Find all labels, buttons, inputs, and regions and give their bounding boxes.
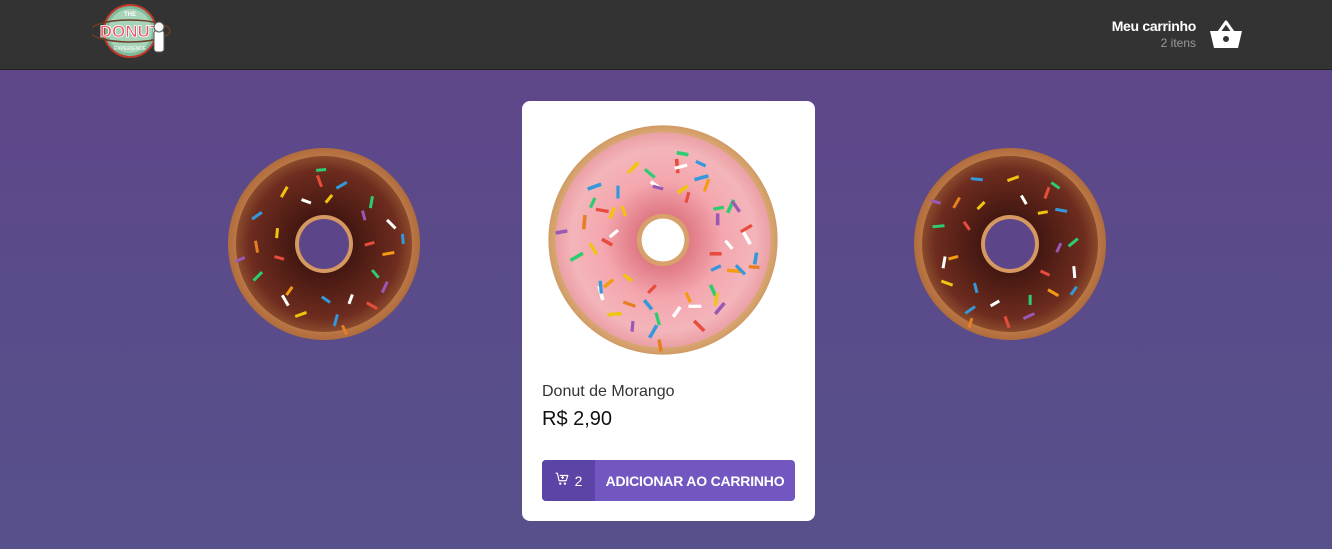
cart-item-count: 2 itens [1160,36,1196,50]
donut-experience-logo[interactable]: THE DONUT EXPERIENCE [89,2,176,60]
top-header: THE DONUT EXPERIENCE Meu carrinho 2 iten… [0,0,1332,70]
logo-main-text: DONUT [100,22,161,41]
logo-small-bottom: EXPERIENCE [114,46,147,52]
cart-title: Meu carrinho [1111,18,1197,34]
quantity-value: 2 [574,472,583,489]
product-name: Donut de Morango [542,383,675,400]
add-to-cart-label: ADICIONAR AO CARRINHO [605,472,785,489]
cart-summary[interactable]: Meu carrinho 2 itens [1112,14,1244,54]
cart-text: Meu carrinho 2 itens [1111,17,1197,51]
cart-quantity: 2 [542,460,595,501]
product-price: R$ 2,90 [542,408,613,430]
basket-icon[interactable] [1208,18,1244,50]
product-card: Donut de Morango R$ 2,90 2 ADICIONAR AO … [522,101,815,521]
logo-small-top: THE [124,12,136,18]
strawberry-donut-image[interactable] [532,123,792,372]
cart-add-icon [555,472,569,489]
chocolate-donut-image-right[interactable] [883,128,1121,366]
chocolate-donut-image-left[interactable] [226,146,422,342]
add-to-cart-button[interactable]: 2 ADICIONAR AO CARRINHO [542,460,795,501]
